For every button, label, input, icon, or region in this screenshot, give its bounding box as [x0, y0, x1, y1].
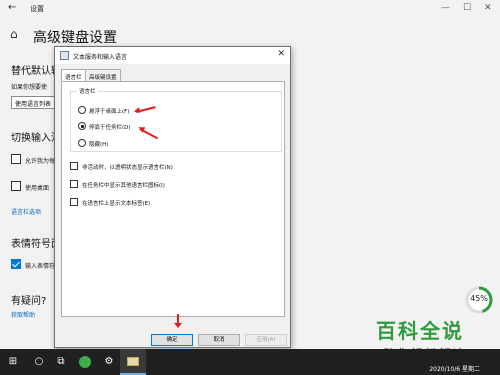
- desktop-language-bar-label: 使用桌面: [25, 185, 50, 192]
- watermark-logo: 百科全说: [376, 319, 464, 343]
- section-help-title: 有疑问?: [11, 296, 47, 307]
- window-titlebar: ← 设置 — ☐ ✕: [0, 0, 500, 18]
- desktop-language-bar-checkbox[interactable]: [11, 181, 21, 191]
- text-labels-checkbox[interactable]: [70, 198, 78, 206]
- radio-float-desktop-label: 悬浮于桌面上(F): [89, 109, 130, 115]
- radio-dock-taskbar-label: 停靠于任务栏(D): [89, 125, 131, 131]
- default-input-combo[interactable]: 使用语言列表: [11, 96, 59, 109]
- start-icon[interactable]: ⊞: [0, 349, 26, 375]
- section-default-input-desc: 如果你想要使: [11, 84, 48, 91]
- extra-taskbar-icons-label: 在任务栏中显示其他语言栏图标(I): [82, 183, 165, 189]
- language-bar-panel: 语言栏 悬浮于桌面上(F) 停靠于任务栏(D) 隐藏(H) 非活动时，以透明状态…: [61, 81, 285, 317]
- group-title: 语言栏: [77, 87, 98, 95]
- taskbar-date: 2020/10/6 星期二: [429, 366, 480, 373]
- maximize-icon[interactable]: ☐: [463, 3, 471, 13]
- per-app-input-checkbox[interactable]: [11, 154, 21, 164]
- emoji-panel-label: 输入表情符: [25, 263, 56, 270]
- per-app-input-label: 允许我为每: [25, 158, 56, 165]
- extra-taskbar-icons-checkbox[interactable]: [70, 180, 78, 188]
- get-help-link[interactable]: 获取帮助: [11, 310, 35, 319]
- language-bar-group: 语言栏 悬浮于桌面上(F) 停靠于任务栏(D) 隐藏(H): [70, 87, 282, 152]
- back-arrow-icon[interactable]: ←: [8, 2, 16, 13]
- app-green-icon[interactable]: [72, 349, 98, 375]
- keyboard-icon: [60, 51, 69, 60]
- keyboard-dialog-task-icon[interactable]: [120, 349, 146, 375]
- settings-gear-icon[interactable]: ⚙: [96, 349, 122, 375]
- taskbar: ⊞ ○ ⧉ ⚙ 2020/10/6 星期二: [0, 349, 500, 375]
- emoji-panel-checkbox[interactable]: [11, 259, 21, 269]
- window-title: 设置: [30, 5, 44, 13]
- cancel-button[interactable]: 取消: [198, 334, 240, 346]
- progress-ring: 45%: [464, 285, 494, 315]
- tab-advanced-key-settings[interactable]: 高级键设置: [85, 69, 121, 81]
- close-icon[interactable]: ✕: [484, 3, 492, 13]
- home-icon[interactable]: ⌂: [10, 27, 18, 41]
- language-bar-options-link[interactable]: 语言栏选项: [11, 207, 41, 216]
- dialog-close-icon[interactable]: ✕: [277, 49, 285, 59]
- text-labels-label: 在语言栏上显示文本标签(E): [82, 201, 151, 207]
- apply-button[interactable]: 应用(A): [245, 334, 287, 346]
- text-services-dialog: 文本服务和输入语言 ✕ 语言栏 高级键设置 语言栏 悬浮于桌面上(F) 停靠于任…: [54, 46, 291, 348]
- transparent-inactive-label: 非活动时，以透明状态显示语言栏(N): [82, 165, 173, 171]
- radio-hidden-label: 隐藏(H): [89, 142, 109, 148]
- minimize-icon[interactable]: —: [441, 3, 450, 13]
- task-view-icon[interactable]: ⧉: [48, 349, 74, 375]
- dialog-titlebar: 文本服务和输入语言 ✕: [55, 47, 290, 64]
- radio-dock-taskbar[interactable]: [78, 122, 86, 130]
- radio-float-desktop[interactable]: [78, 106, 86, 114]
- dialog-title: 文本服务和输入语言: [73, 54, 128, 61]
- progress-percent: 45%: [470, 294, 488, 303]
- page-title: 高级键盘设置: [33, 30, 117, 46]
- ok-button[interactable]: 确定: [151, 334, 193, 346]
- radio-hidden[interactable]: [78, 139, 86, 147]
- annotation-arrow-down: [174, 314, 182, 328]
- transparent-inactive-checkbox[interactable]: [70, 162, 78, 170]
